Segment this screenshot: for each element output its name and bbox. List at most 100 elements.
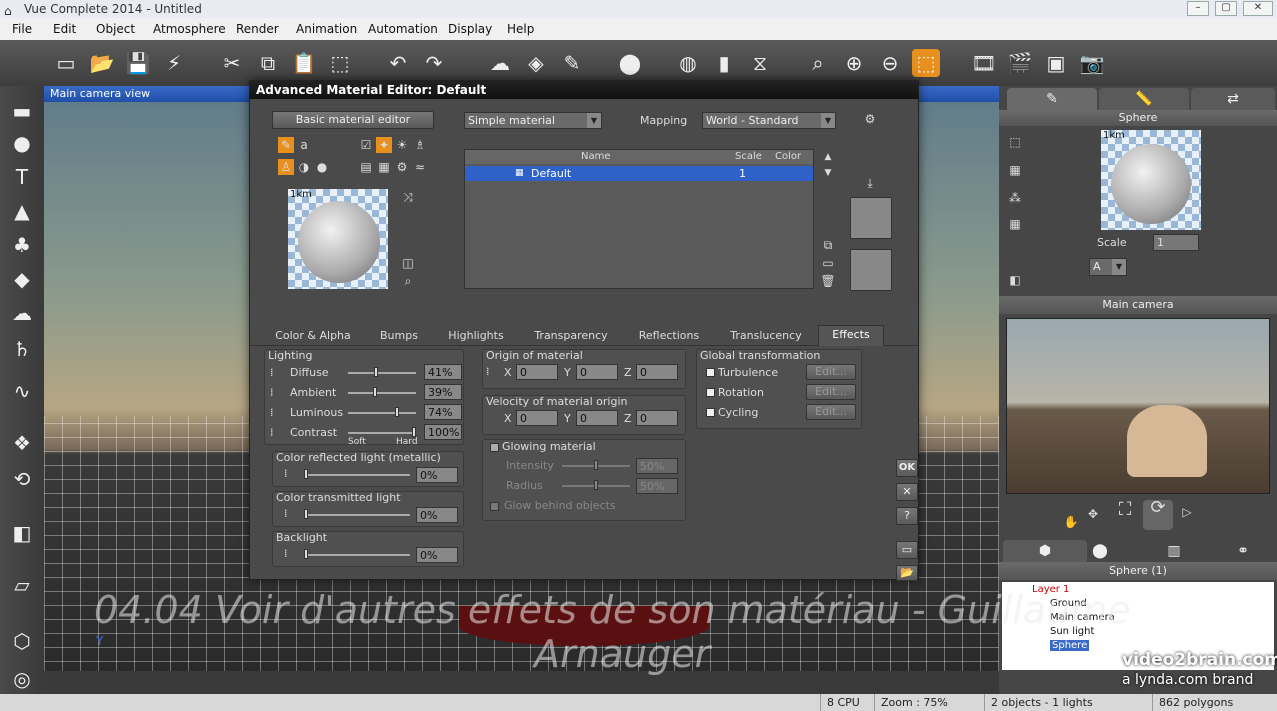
luminous-field[interactable]: 74% xyxy=(424,404,462,420)
glow-behind-checkbox[interactable] xyxy=(490,502,499,511)
dialog-material-preview[interactable]: 1km xyxy=(288,189,388,289)
gear-icon[interactable]: ⚙ xyxy=(394,159,410,175)
backlight-slider[interactable] xyxy=(304,549,410,559)
tab-translucency[interactable]: Translucency xyxy=(724,327,808,345)
contrast-slider-knob[interactable] xyxy=(412,427,416,437)
tab-ruler-icon[interactable]: 📏 xyxy=(1099,88,1189,110)
menu-help[interactable]: Help xyxy=(507,18,534,40)
paste-icon[interactable]: 📋 xyxy=(290,49,318,77)
ok-button[interactable]: OK xyxy=(896,459,918,477)
moon-icon[interactable]: ◑ xyxy=(296,159,312,175)
origin-x-field[interactable]: 0 xyxy=(516,364,558,380)
radius-slider[interactable] xyxy=(562,480,630,490)
menu-edit[interactable]: Edit xyxy=(53,18,76,40)
terrain-tool-icon[interactable]: ▬ xyxy=(6,96,38,126)
fit-view-icon[interactable]: ⛶ xyxy=(1111,501,1139,530)
reflected-slider[interactable] xyxy=(304,469,410,479)
text-tool-icon[interactable]: T xyxy=(6,162,38,192)
export-icon[interactable]: ⤓ xyxy=(862,175,878,191)
menu-display[interactable]: Display xyxy=(448,18,492,40)
materials-icon[interactable]: ⬤ xyxy=(616,49,644,77)
ambient-field[interactable]: 39% xyxy=(424,384,462,400)
intensity-field[interactable]: 50% xyxy=(636,458,678,474)
planet-tool-icon[interactable]: ♄ xyxy=(6,334,38,364)
camera-icon[interactable]: 📷 xyxy=(1078,49,1106,77)
zoom-region-icon[interactable]: ⌕ xyxy=(804,49,832,77)
move-down-icon[interactable]: ▼ xyxy=(820,165,836,181)
mountain-tool-icon[interactable]: ▲ xyxy=(6,196,38,226)
luminous-keyframe-icon[interactable]: ⁞ xyxy=(270,406,274,419)
maximize-button[interactable]: ▢ xyxy=(1215,1,1237,16)
intensity-slider[interactable] xyxy=(562,460,630,470)
turbulence-edit-button[interactable]: Edit... xyxy=(806,364,856,380)
layer-row[interactable]: ▦ Default 1 xyxy=(465,166,813,181)
brush-icon[interactable]: ✎ xyxy=(278,137,294,153)
move-up-icon[interactable]: ▲ xyxy=(820,149,836,165)
material-preview[interactable]: 1km xyxy=(1101,130,1201,230)
move-camera-icon[interactable]: ✥ xyxy=(1085,506,1101,522)
intensity-slider-knob[interactable] xyxy=(594,460,598,470)
check-icon[interactable]: ☑ xyxy=(358,137,374,153)
help-icon[interactable]: ? xyxy=(896,507,918,525)
tab-highlights[interactable]: Highlights xyxy=(442,327,510,345)
zoom-icon[interactable]: ⌕ xyxy=(400,273,416,289)
grid-icon[interactable]: ▤ xyxy=(358,159,374,175)
ambient-keyframe-icon[interactable]: ⁞ xyxy=(270,386,274,399)
object-icon[interactable]: ◈ xyxy=(522,49,550,77)
layer-combo[interactable]: A ▼ xyxy=(1089,258,1127,276)
open-icon[interactable]: 📂 xyxy=(88,49,116,77)
cube-icon[interactable]: ◫ xyxy=(400,255,416,271)
swatch-1[interactable] xyxy=(850,197,892,239)
new-material-icon[interactable]: ▭ xyxy=(896,541,918,559)
pan-hand-icon[interactable]: ✋ xyxy=(1063,514,1079,530)
velocity-y-field[interactable]: 0 xyxy=(576,410,618,426)
material-icon-3[interactable]: ⁂ xyxy=(1007,190,1023,206)
backlight-keyframe-icon[interactable]: ⁞ xyxy=(284,547,288,560)
velocity-x-field[interactable]: 0 xyxy=(516,410,558,426)
scale-field[interactable]: 1 xyxy=(1153,234,1199,251)
shuffle-icon[interactable]: ⤨ xyxy=(400,189,416,205)
reflected-keyframe-icon[interactable]: ⁞ xyxy=(284,467,288,480)
film-icon[interactable]: 🎞 xyxy=(970,49,998,77)
close-window-button[interactable]: ✕ xyxy=(1243,1,1273,16)
minimize-button[interactable]: – xyxy=(1187,1,1209,16)
tab-bumps[interactable]: Bumps xyxy=(368,327,430,345)
swatch-2[interactable] xyxy=(850,249,892,291)
rotation-edit-button[interactable]: Edit... xyxy=(806,384,856,400)
menu-object[interactable]: Object xyxy=(96,18,135,40)
new-layer-icon[interactable]: ▭ xyxy=(820,255,836,271)
tab-materials-icon[interactable]: ⬤ xyxy=(1067,540,1133,562)
luminous-slider-knob[interactable] xyxy=(395,407,399,417)
cycling-edit-button[interactable]: Edit... xyxy=(806,404,856,420)
ambient-slider[interactable] xyxy=(348,387,416,397)
link-tool-icon[interactable]: ◎ xyxy=(6,664,38,694)
save-lightning-icon[interactable]: ⚡ xyxy=(160,49,188,77)
atmosphere-icon[interactable]: ☁ xyxy=(486,49,514,77)
backlight-slider-knob[interactable] xyxy=(304,549,308,559)
rotate-camera-icon[interactable]: ⟳ xyxy=(1143,499,1173,530)
contrast-keyframe-icon[interactable]: ⁞ xyxy=(270,426,274,439)
sphere-tool-icon[interactable]: ● xyxy=(6,128,38,158)
radius-slider-knob[interactable] xyxy=(594,480,598,490)
figure-icon[interactable]: ♙ xyxy=(278,159,294,175)
tab-material-pencil-icon[interactable]: ✎ xyxy=(1007,88,1097,110)
diffuse-field[interactable]: 41% xyxy=(424,364,462,380)
spline-tool-icon[interactable]: ∿ xyxy=(6,376,38,406)
material-icon-5[interactable]: ◧ xyxy=(1007,272,1023,288)
diffuse-keyframe-icon[interactable]: ⁞ xyxy=(270,366,274,379)
zoom-in-icon[interactable]: ⊕ xyxy=(840,49,868,77)
rotation-checkbox[interactable] xyxy=(706,388,715,397)
tab-transparency[interactable]: Transparency xyxy=(526,327,616,345)
cut-icon[interactable]: ✂ xyxy=(218,49,246,77)
material-icon-4[interactable]: ▦ xyxy=(1007,216,1023,232)
clapper-icon[interactable]: 🎬 xyxy=(1006,49,1034,77)
copy-icon[interactable]: ⧉ xyxy=(254,49,282,77)
transmitted-keyframe-icon[interactable]: ⁞ xyxy=(284,507,288,520)
duplicate-icon[interactable]: ⬚ xyxy=(326,49,354,77)
tab-color-alpha[interactable]: Color & Alpha xyxy=(270,327,356,345)
material-icon-1[interactable]: ⬚ xyxy=(1007,134,1023,150)
contrast-slider[interactable] xyxy=(348,427,416,437)
checker-icon[interactable]: ▦ xyxy=(376,159,392,175)
spark-icon[interactable]: ✦ xyxy=(376,137,392,153)
mirror-icon[interactable]: ⧖ xyxy=(746,49,774,77)
